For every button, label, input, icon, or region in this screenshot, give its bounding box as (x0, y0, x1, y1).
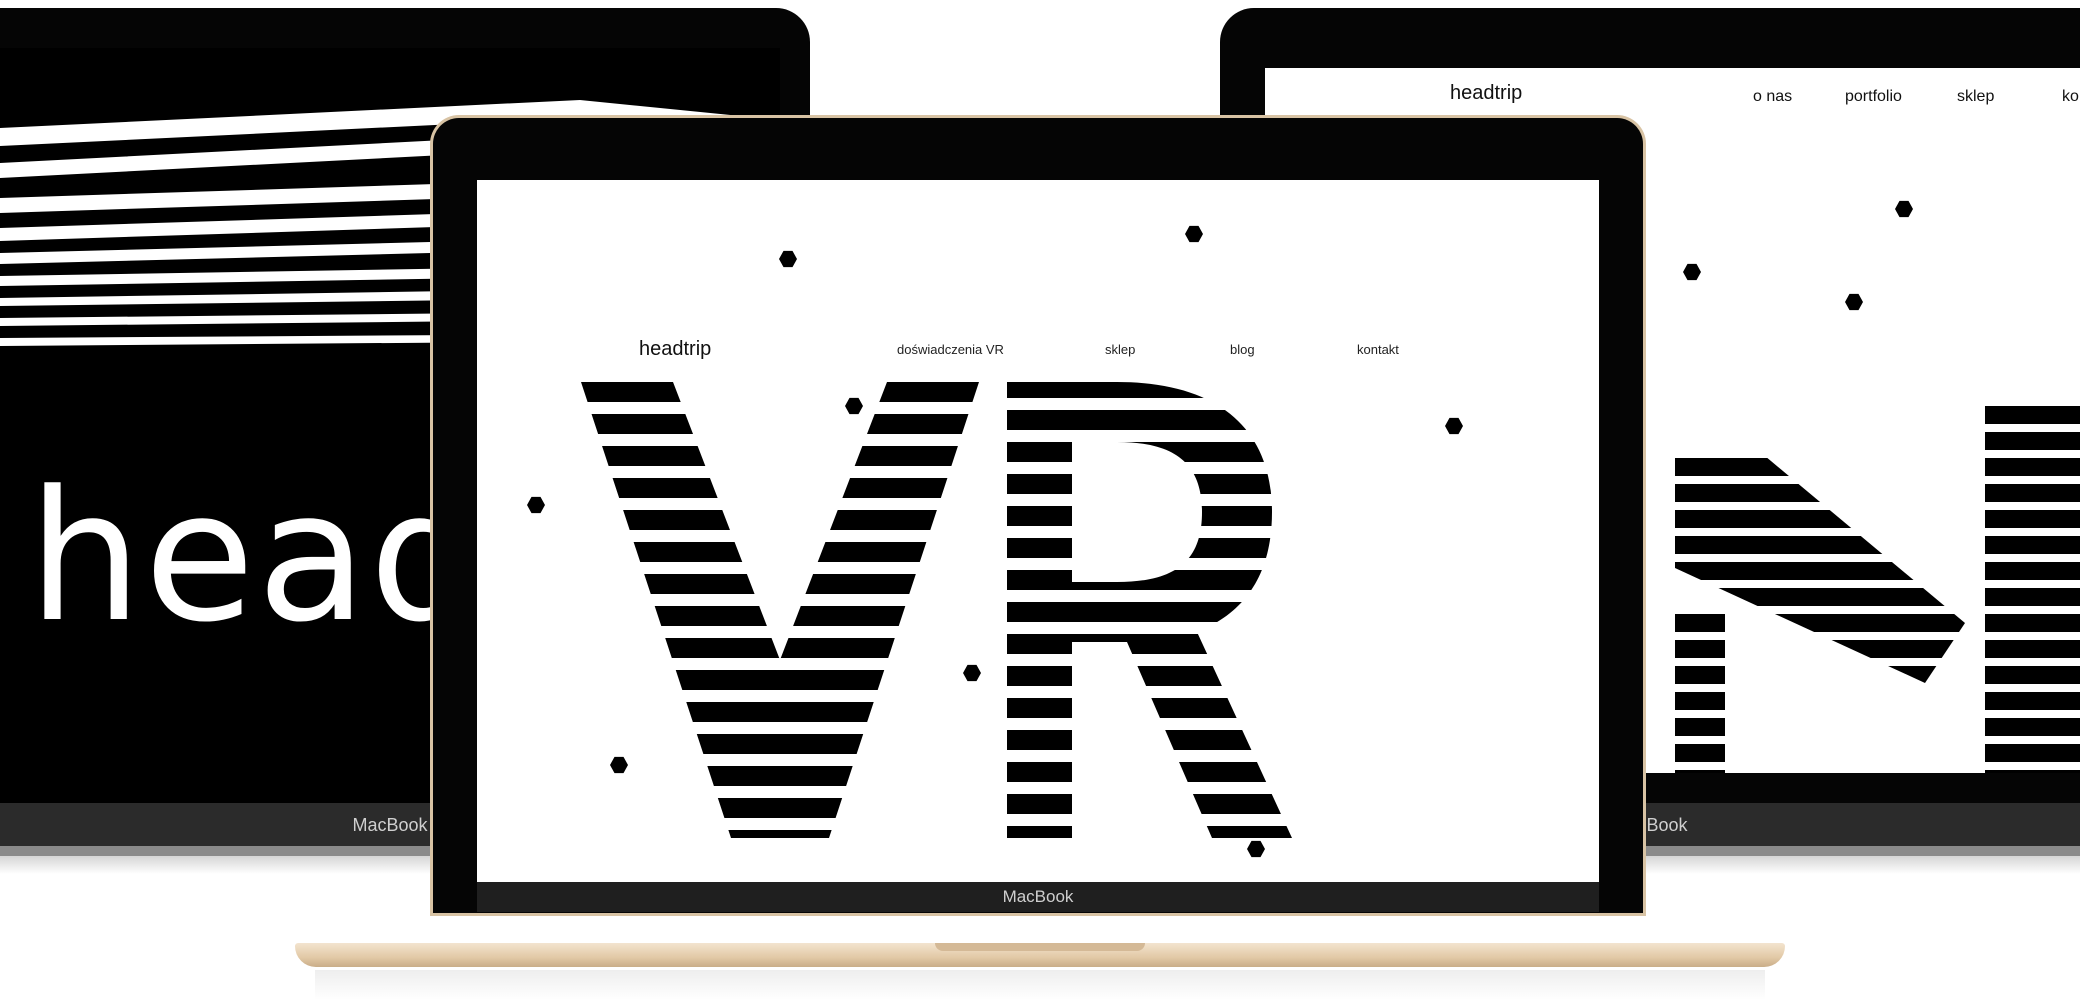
center-striped-vr (581, 382, 1292, 838)
center-laptop-screen: headtrip doświadczenia VR sklep blog kon… (477, 180, 1599, 882)
letter-r (1007, 382, 1292, 838)
center-brand-label: MacBook (1002, 887, 1074, 906)
center-laptop: headtrip doświadczenia VR sklep blog kon… (295, 118, 1785, 1008)
letter-v (581, 382, 979, 838)
center-laptop-reflection (315, 970, 1765, 1000)
center-laptop-bottom-bar: MacBook (477, 882, 1599, 912)
center-laptop-notch (935, 943, 1145, 951)
